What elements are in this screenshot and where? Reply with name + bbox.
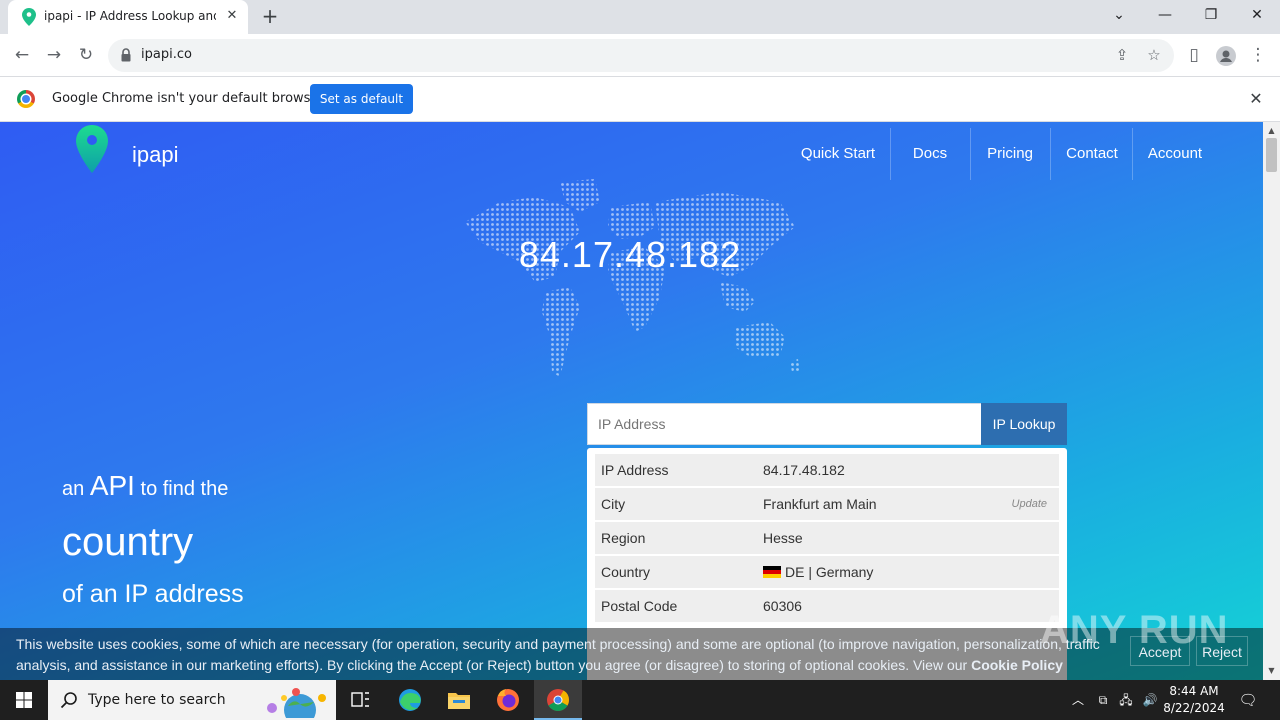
cookie-message: This website uses cookies, some of which… (16, 634, 1126, 676)
anyrun-watermark: ANY RUN (1040, 608, 1229, 652)
ipapi-logo-icon[interactable] (76, 125, 108, 173)
brand-name[interactable]: ipapi (132, 142, 178, 168)
chrome-logo-icon (17, 90, 35, 108)
close-infobar-icon[interactable]: ✕ (1246, 89, 1266, 109)
tagline-word: country (62, 520, 194, 564)
forward-icon[interactable]: → (41, 43, 67, 69)
lock-icon (121, 48, 131, 62)
update-link[interactable]: Update (1012, 498, 1047, 510)
table-row: Country DE | Germany (595, 556, 1059, 588)
ipapi-page: ipapi Quick Start Docs Pricing Contact A… (0, 122, 1263, 680)
tab-strip: ipapi - IP Address Lookup and G ✕ + ⌄ — … (0, 0, 1280, 34)
location-pin-icon (22, 8, 36, 26)
row-key: Country (601, 564, 651, 580)
network-icon[interactable]: 🖧 (1118, 692, 1134, 708)
share-icon[interactable]: ⇪ (1111, 45, 1133, 67)
scrollbar-thumb[interactable] (1266, 138, 1277, 172)
row-value: 84.17.48.182 (763, 462, 845, 478)
tab-search-icon[interactable]: ⌄ (1105, 4, 1133, 28)
hero-ip-address: 84.17.48.182 (518, 234, 742, 275)
search-highlight-illustration-icon (267, 688, 326, 718)
germany-flag-icon (763, 566, 781, 578)
page-scrollbar[interactable]: ▲ ▼ (1263, 122, 1280, 680)
search-placeholder: Type here to search (88, 692, 226, 708)
table-row: Postal Code 60306 (595, 590, 1059, 622)
nav-contact[interactable]: Contact (1052, 127, 1132, 185)
cookie-policy-link[interactable]: Cookie Policy (971, 657, 1063, 673)
url-text: ipapi.co (141, 47, 192, 62)
scroll-up-icon[interactable]: ▲ (1263, 124, 1280, 138)
system-clock[interactable]: 8:44 AM 8/22/2024 (1160, 683, 1228, 717)
tagline-api: API (89, 470, 135, 501)
row-key: City (601, 496, 626, 512)
tab-title: ipapi - IP Address Lookup and G (44, 9, 216, 23)
set-as-default-button[interactable]: Set as default (310, 84, 413, 114)
nav-pricing[interactable]: Pricing (972, 127, 1048, 185)
tagline-prefix: an (62, 478, 85, 500)
tagline-line-3: of an IP address (62, 580, 244, 608)
row-value-country: DE | Germany (763, 564, 873, 580)
minimize-icon[interactable]: — (1151, 4, 1179, 28)
close-window-icon[interactable]: ✕ (1243, 4, 1271, 28)
close-tab-icon[interactable]: ✕ (224, 8, 240, 24)
nav-docs[interactable]: Docs (892, 127, 968, 185)
profile-avatar-icon[interactable] (1213, 43, 1239, 69)
row-key: Postal Code (601, 598, 678, 614)
reload-icon[interactable]: ↻ (73, 43, 99, 69)
tagline-line-1: an API to find the (62, 470, 228, 502)
dotted-world-map (465, 179, 800, 377)
default-browser-infobar: Google Chrome isn't your default browser… (0, 77, 1280, 122)
table-row: IP Address 84.17.48.182 (595, 454, 1059, 486)
windows-start-icon[interactable] (0, 680, 48, 720)
clock-time: 8:44 AM (1169, 684, 1219, 698)
country-value: DE | Germany (785, 564, 874, 580)
back-icon[interactable]: ← (9, 43, 35, 69)
table-row: Region Hesse (595, 522, 1059, 554)
search-icon (60, 692, 77, 709)
ip-lookup-button[interactable]: IP Lookup (981, 403, 1067, 445)
nav-divider (1132, 128, 1133, 180)
cookie-text: This website uses cookies, some of which… (16, 636, 1100, 673)
row-value: Frankfurt am Main (763, 496, 877, 512)
notifications-icon[interactable]: 🗨 (1238, 692, 1258, 708)
infobar-message: Google Chrome isn't your default browser (52, 91, 324, 106)
nav-divider (970, 128, 971, 180)
nav-quick-start[interactable]: Quick Start (795, 127, 881, 185)
ip-address-input[interactable] (587, 403, 982, 445)
menu-kebab-icon[interactable]: ⋮ (1245, 43, 1271, 69)
clock-date: 8/22/2024 (1163, 701, 1225, 715)
side-panel-icon[interactable]: ▯ (1181, 43, 1207, 69)
task-view-icon[interactable] (336, 680, 384, 720)
restore-icon[interactable]: ❐ (1197, 4, 1225, 28)
row-key: IP Address (601, 462, 669, 478)
file-explorer-icon[interactable] (435, 680, 483, 720)
nav-account[interactable]: Account (1136, 127, 1214, 185)
volume-icon[interactable]: 🔊 (1142, 692, 1158, 708)
show-hidden-icons-icon[interactable]: ︿ (1070, 692, 1086, 708)
row-key: Region (601, 530, 646, 546)
new-tab-button[interactable]: + (258, 5, 282, 29)
browser-tab[interactable]: ipapi - IP Address Lookup and G ✕ (8, 0, 248, 34)
chrome-taskbar-icon[interactable] (534, 680, 582, 720)
edge-browser-icon[interactable] (386, 680, 434, 720)
tagline-suffix: to find the (140, 478, 229, 500)
nav-divider (1050, 128, 1051, 180)
scroll-down-icon[interactable]: ▼ (1263, 664, 1280, 678)
bookmark-star-icon[interactable]: ☆ (1143, 45, 1165, 67)
table-row: City Frankfurt am Main Update (595, 488, 1059, 520)
meet-now-icon[interactable]: ⧉ (1095, 692, 1111, 708)
nav-divider (890, 128, 891, 180)
taskbar-search[interactable]: Type here to search (48, 680, 336, 720)
address-bar[interactable]: ipapi.co ⇪ ☆ (108, 39, 1174, 72)
firefox-icon[interactable] (484, 680, 532, 720)
row-value: 60306 (763, 598, 802, 614)
browser-toolbar: ← → ↻ ipapi.co ⇪ ☆ ▯ ⋮ (0, 34, 1280, 77)
windows-taskbar: Type here to search ︿ ⧉ 🖧 🔊 8:44 AM 8/22… (0, 680, 1280, 720)
row-value: Hesse (763, 530, 803, 546)
